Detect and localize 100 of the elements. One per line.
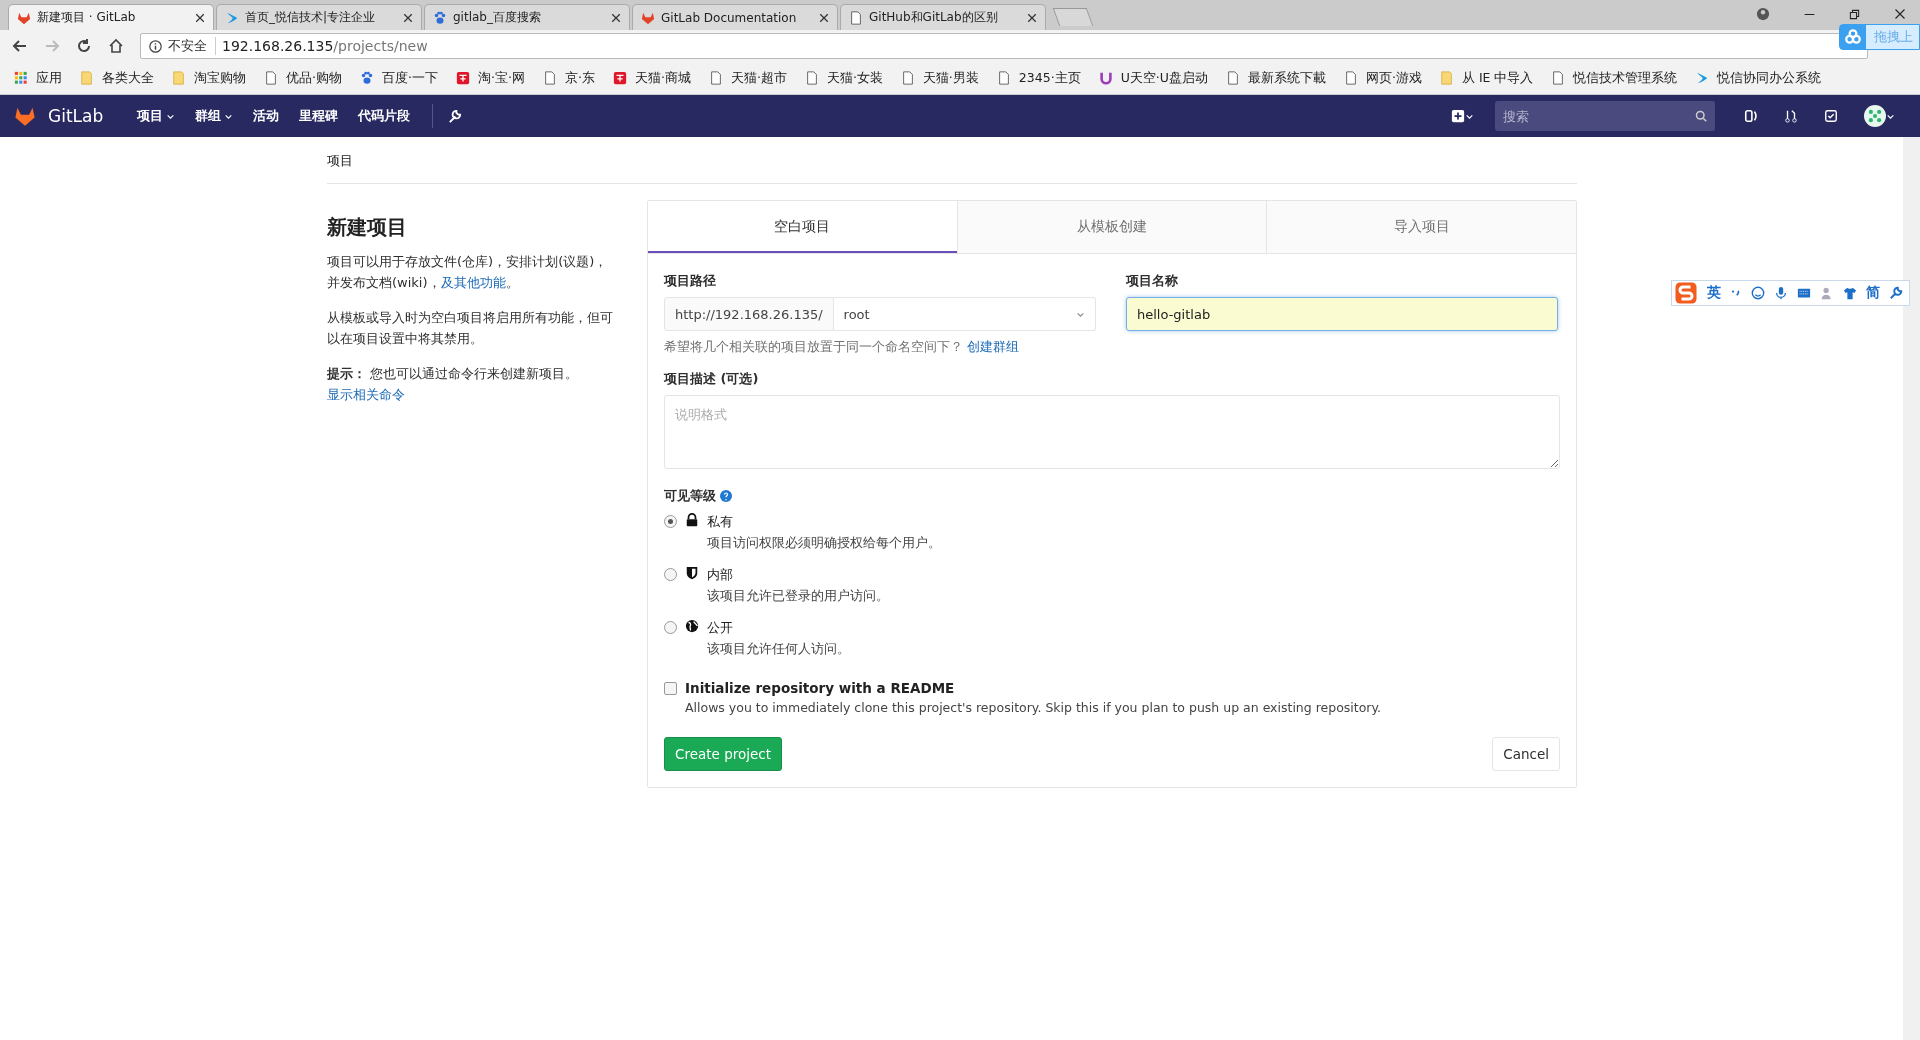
page-icon [849, 10, 863, 25]
bookmark[interactable]: 天猫·女装 [804, 69, 883, 87]
panel-icon [1744, 109, 1758, 123]
address-field[interactable]: 不安全 192.168.26.135/projects/new [140, 33, 1868, 59]
tab-title: 新建项目 · GitLab [37, 9, 137, 26]
security-label: 不安全 [168, 37, 216, 55]
browser-tab[interactable]: 首页_悦信技术|专注企业 [216, 4, 422, 30]
option-description: 该项目允许已登录的用户访问。 [707, 588, 889, 605]
brand-name[interactable]: GitLab [48, 106, 104, 126]
search-field[interactable]: 搜索 [1495, 101, 1715, 131]
back-arrow-icon [12, 38, 28, 54]
lock-icon [685, 513, 699, 527]
home-icon [108, 38, 124, 54]
intro-paragraph: 从模板或导入时为空白项目将启用所有功能，但可以在项目设置中将其禁用。 [327, 309, 614, 348]
help-link[interactable]: 显示相关命令 [327, 387, 405, 402]
form-tab[interactable]: 空白项目 [648, 201, 958, 253]
field-label: 项目描述 (可选) [664, 370, 760, 388]
intro-paragraph: 提示： 您也可以通过命令行来创建新项目。 显示相关命令 [327, 365, 580, 404]
wrench-icon [1889, 286, 1903, 300]
option-title: 公开 [707, 619, 734, 637]
url-host: 192.168.26.135 [222, 38, 334, 54]
checkbox[interactable] [664, 682, 677, 695]
shirt-icon [1843, 286, 1857, 300]
browser-tab[interactable]: 新建项目 · GitLab [8, 4, 214, 30]
bookmark[interactable]: 淘宝购物 [172, 69, 246, 87]
radio-button[interactable] [664, 568, 677, 581]
ime-script[interactable]: 简 [1866, 284, 1880, 302]
user-menu-button[interactable] [1864, 105, 1895, 127]
tmall-icon [455, 71, 470, 85]
radio-button[interactable] [664, 621, 677, 634]
close-icon [819, 12, 829, 23]
browser-tab[interactable]: GitHub和GitLab的区别 [840, 4, 1046, 30]
url-path: /projects/new [333, 38, 428, 54]
nav-menu-item[interactable]: 项目 [129, 103, 184, 129]
shield-icon [685, 566, 699, 580]
page-icon [264, 71, 278, 85]
page-icon [542, 71, 557, 85]
page-icon [1551, 71, 1566, 85]
bookmark[interactable]: 天猫·男装 [900, 69, 979, 87]
bookmark[interactable]: 应用 [14, 69, 62, 87]
help-link[interactable]: 及其他功能 [440, 275, 506, 290]
bookmark[interactable]: 百度·一下 [360, 69, 438, 87]
bookmark[interactable]: 最新系统下載 [1225, 69, 1326, 87]
search-icon [1695, 110, 1707, 122]
microphone-icon [1774, 286, 1788, 300]
bookmark[interactable]: 各类大全 [80, 69, 154, 87]
breadcrumb[interactable]: 项目 [327, 137, 1577, 184]
paw-icon [433, 10, 447, 25]
bookmark[interactable]: 淘·宝·网 [455, 69, 525, 87]
tab-title: GitLab Documentation [661, 10, 798, 25]
merge-requests-button[interactable] [1784, 109, 1798, 123]
bookmark[interactable]: 2345·主页 [996, 69, 1081, 87]
page-title: 新建项目 [327, 214, 408, 241]
browser-tab[interactable]: gitlab_百度搜索 [424, 4, 630, 30]
fox-icon [17, 10, 31, 25]
bookmark[interactable]: U天空·U盘启动 [1098, 69, 1208, 87]
url-prefix: http://192.168.26.135/ [664, 297, 834, 331]
create-group-link[interactable]: 创建群组 [967, 339, 1019, 354]
fox-icon [641, 10, 655, 25]
namespace-select[interactable]: root [833, 297, 1096, 331]
close-icon [1027, 12, 1037, 23]
forward-arrow-icon [44, 38, 60, 54]
radio-button[interactable] [664, 515, 677, 528]
option-title: 内部 [707, 566, 734, 584]
page-icon [804, 71, 819, 85]
new-dropdown-button[interactable] [1451, 109, 1474, 123]
plus-icon [1451, 109, 1465, 123]
bookmark[interactable]: 从 IE 中导入 [1439, 69, 1534, 87]
field-label: 项目名称 [1126, 272, 1179, 290]
field-label: 项目路径 [664, 272, 717, 290]
issues-button[interactable] [1744, 109, 1758, 123]
project-name-input[interactable]: hello-gitlab [1126, 297, 1558, 331]
hint-text: 希望将几个相关联的项目放置于同一个命名空间下？ 创建群组 [664, 339, 1020, 356]
help-icon [720, 490, 732, 502]
apps-grid-icon [14, 71, 28, 85]
cancel-button[interactable]: Cancel [1492, 737, 1560, 771]
option-description: 该项目允许任何人访问。 [707, 641, 850, 658]
nav-menu-item[interactable]: 群组 [187, 103, 242, 129]
close-icon [1894, 8, 1906, 20]
scrollbar[interactable] [1903, 137, 1920, 1040]
cloud-icon [1844, 28, 1862, 46]
paw-icon [360, 71, 374, 85]
bookmark[interactable]: 天猫·超市 [708, 69, 787, 87]
nav-menu-item[interactable]: 代码片段 [350, 103, 419, 129]
bookmark[interactable]: 京·东 [542, 69, 595, 87]
restore-icon [1849, 8, 1860, 20]
browser-tab[interactable]: GitLab Documentation [632, 4, 838, 30]
description-input[interactable]: 说明格式 [664, 395, 1560, 469]
todos-button[interactable] [1824, 109, 1838, 123]
bookmark[interactable]: 网页·游戏 [1343, 69, 1422, 87]
option-title: 私有 [707, 513, 734, 531]
page-icon [900, 71, 915, 85]
ime-mode[interactable]: 英 [1707, 284, 1721, 302]
nav-menu-item[interactable]: 里程碑 [291, 103, 347, 129]
bookmark[interactable]: 天猫·商城 [612, 69, 691, 87]
avatar-icon [1864, 105, 1886, 127]
bookmark[interactable]: 悦信技术管理系统 [1551, 69, 1678, 87]
bookmark[interactable]: 优品·购物 [264, 69, 342, 87]
nav-menu-item[interactable]: 活动 [245, 103, 288, 129]
bookmark[interactable]: 悦信协同办公系统 [1695, 69, 1822, 87]
